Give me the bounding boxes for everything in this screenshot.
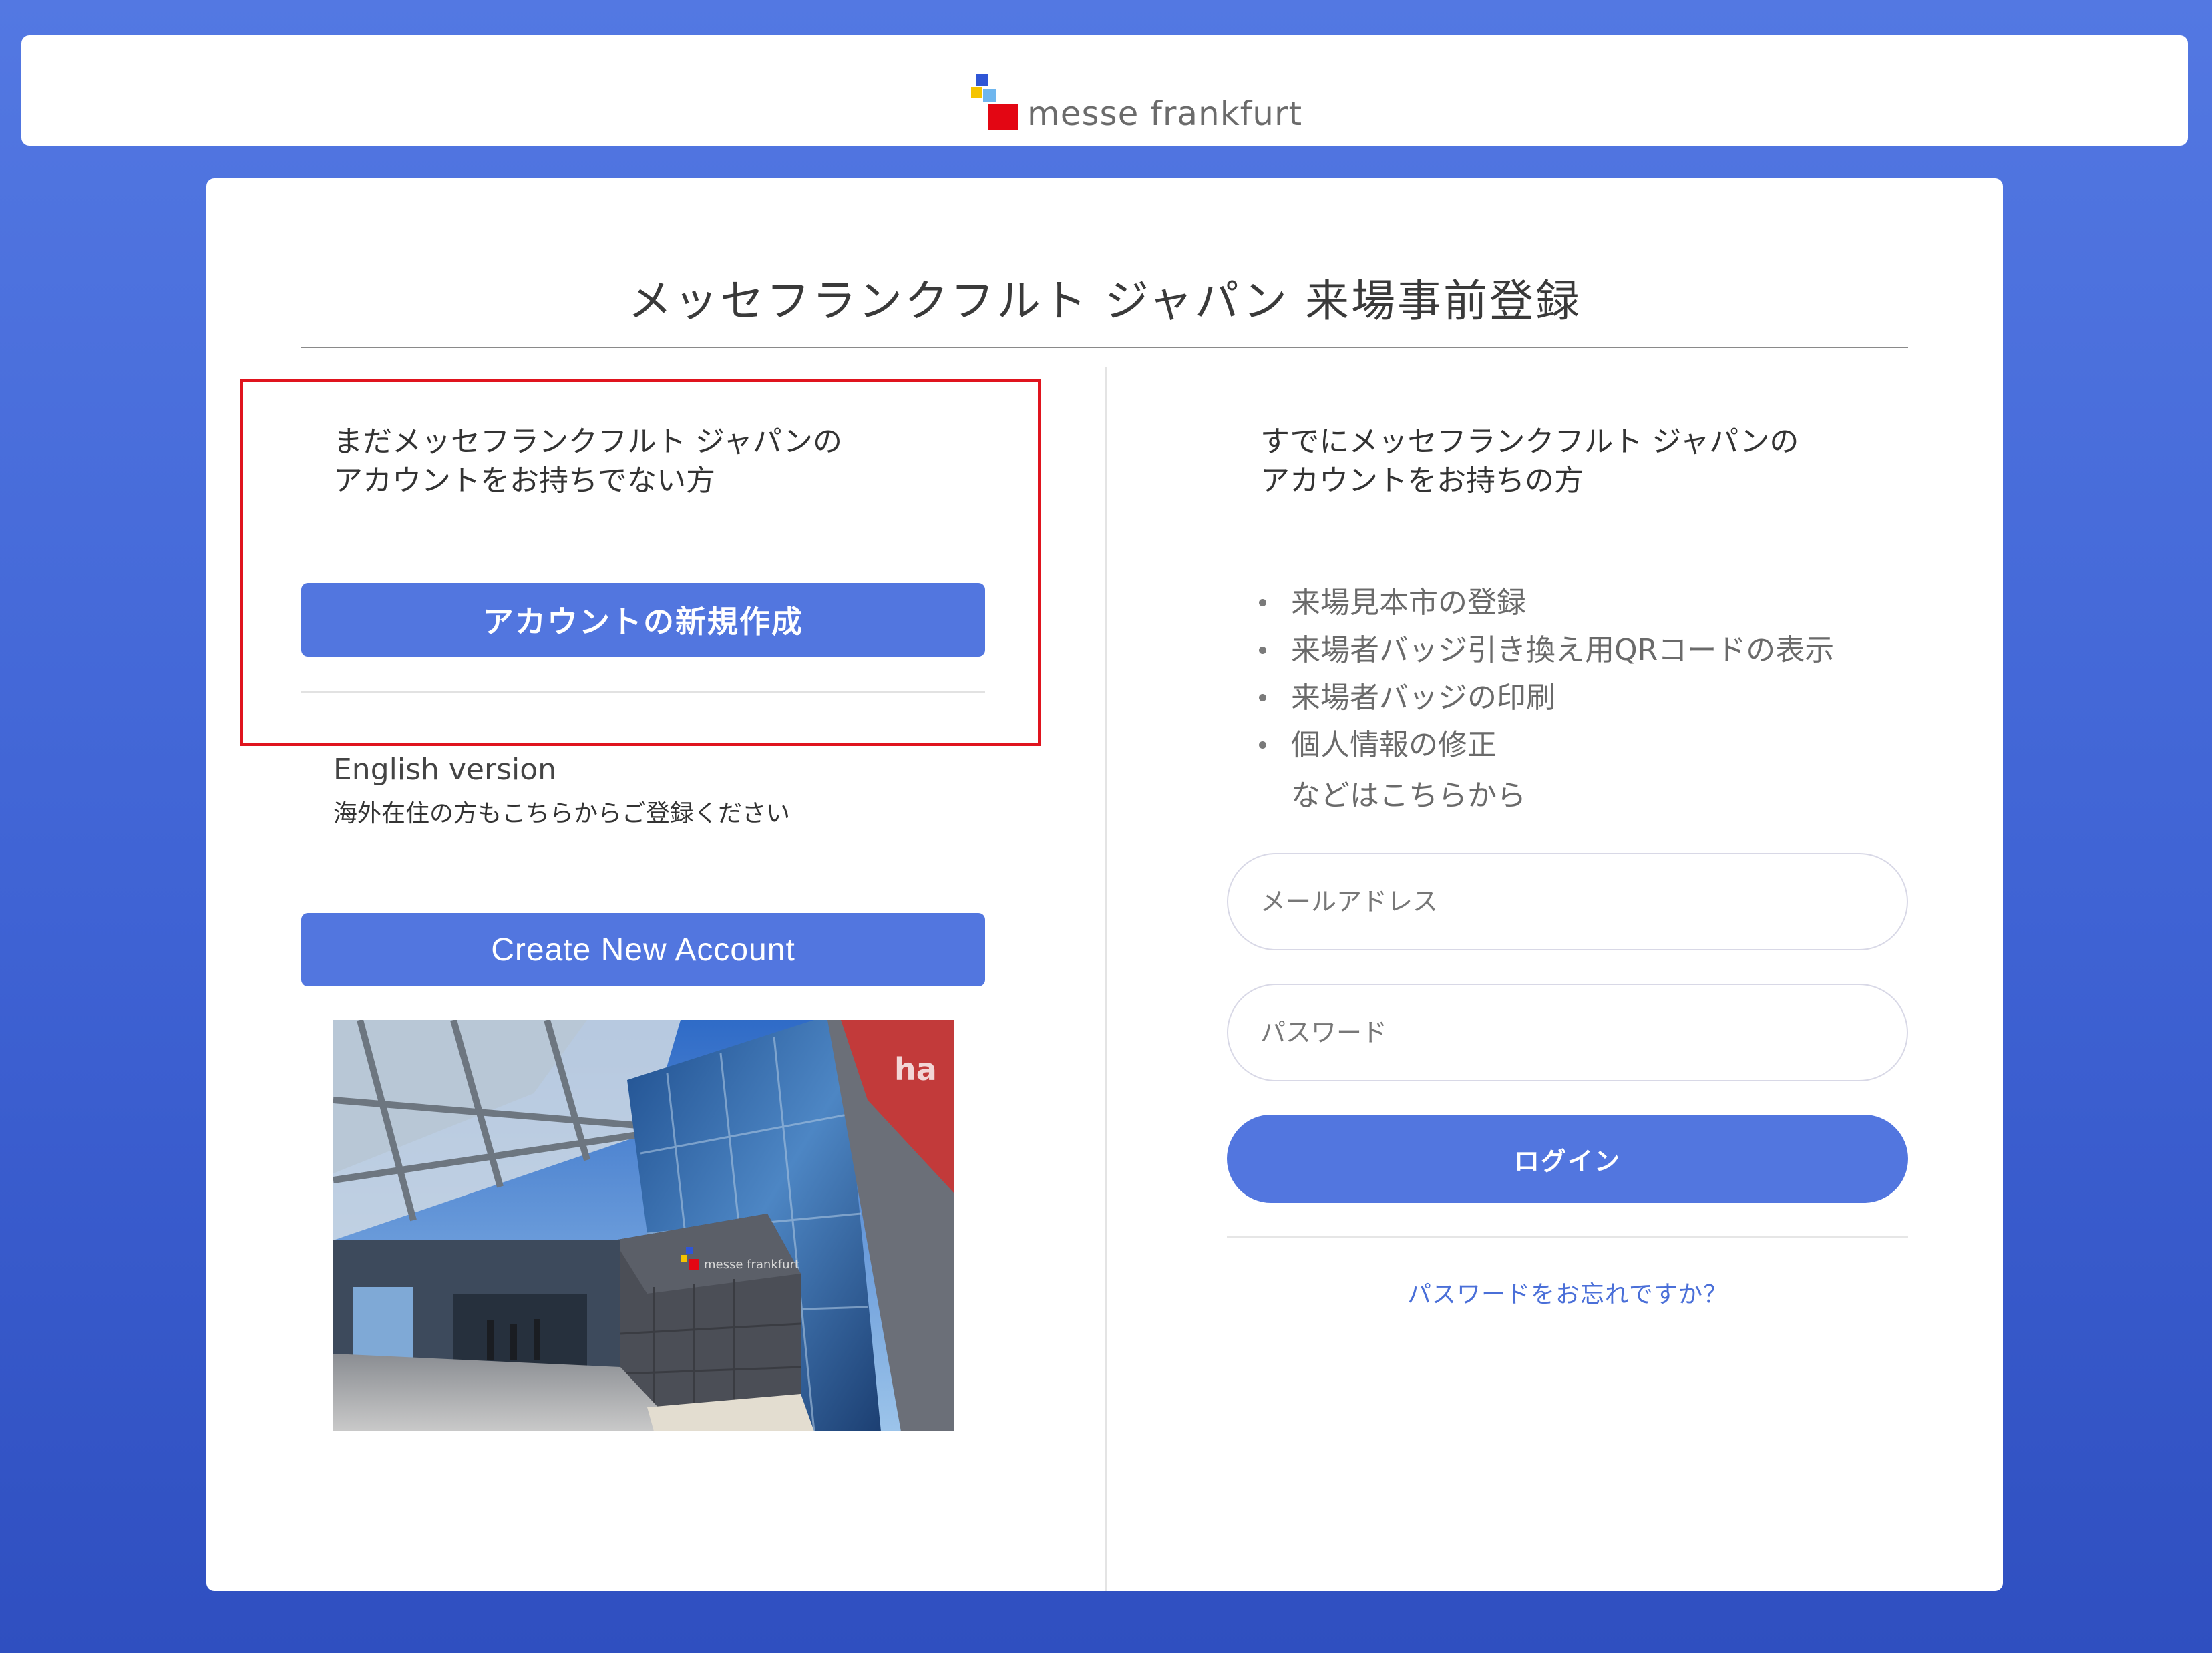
list-item: 個人情報の修正 <box>1254 721 1895 769</box>
list-item: 来場者バッジ引き換え用QRコードの表示 <box>1254 626 1895 674</box>
password-field[interactable] <box>1227 984 1908 1081</box>
left-divider <box>301 691 985 693</box>
title-divider <box>301 347 1908 348</box>
logo-mark-icon <box>971 74 1025 134</box>
new-user-intro-line2: アカウントをお持ちでない方 <box>333 464 715 498</box>
registration-card: メッセフランクフルト ジャパン 来場事前登録 まだメッセフランクフルト ジャパン… <box>206 178 2003 1591</box>
forgot-password-link[interactable]: パスワードをお忘れですか？ <box>1227 1275 1908 1310</box>
venue-photo: ha messe frankfurt <box>333 1020 954 1431</box>
bullet-icon <box>1259 694 1266 701</box>
svg-text:messe frankfurt: messe frankfurt <box>704 1258 799 1272</box>
create-account-jp-button[interactable]: アカウントの新規作成 <box>301 583 985 657</box>
list-item: 来場者バッジの印刷 <box>1254 674 1895 721</box>
right-divider <box>1227 1236 1908 1238</box>
top-header-bar: messe frankfurt <box>21 35 2188 146</box>
list-item: 来場見本市の登録 <box>1254 579 1895 626</box>
page-title: メッセフランクフルト ジャパン 来場事前登録 <box>628 275 1582 327</box>
svg-text:ha: ha <box>894 1051 937 1087</box>
messe-frankfurt-logo[interactable]: messe frankfurt <box>971 54 1302 134</box>
email-field[interactable] <box>1227 853 1908 950</box>
feature-list: 来場見本市の登録 来場者バッジ引き換え用QRコードの表示 来場者バッジの印刷 個… <box>1254 579 1895 769</box>
logo-text: messe frankfurt <box>1027 94 1303 133</box>
existing-user-intro: すでにメッセフランクフルト ジャパンの アカウントをお持ちの方 <box>1260 423 1901 500</box>
create-account-en-button[interactable]: Create New Account <box>301 913 985 986</box>
existing-user-intro-line2: アカウントをお持ちの方 <box>1260 464 1584 498</box>
english-version-label: English version <box>333 753 557 787</box>
feature-list-tail: などはこちらから <box>1291 779 1526 813</box>
new-user-intro-line1: まだメッセフランクフルト ジャパンの <box>333 425 842 459</box>
bullet-icon <box>1259 741 1266 749</box>
bullet-icon <box>1259 647 1266 654</box>
bullet-icon <box>1259 599 1266 606</box>
column-divider <box>1105 367 1107 1591</box>
new-user-intro: まだメッセフランクフルト ジャパンの アカウントをお持ちでない方 <box>333 423 974 500</box>
english-version-note: 海外在住の方もこちらからご登録ください <box>333 800 791 828</box>
existing-user-intro-line1: すでにメッセフランクフルト ジャパンの <box>1260 425 1799 459</box>
login-button[interactable]: ログイン <box>1227 1115 1908 1203</box>
